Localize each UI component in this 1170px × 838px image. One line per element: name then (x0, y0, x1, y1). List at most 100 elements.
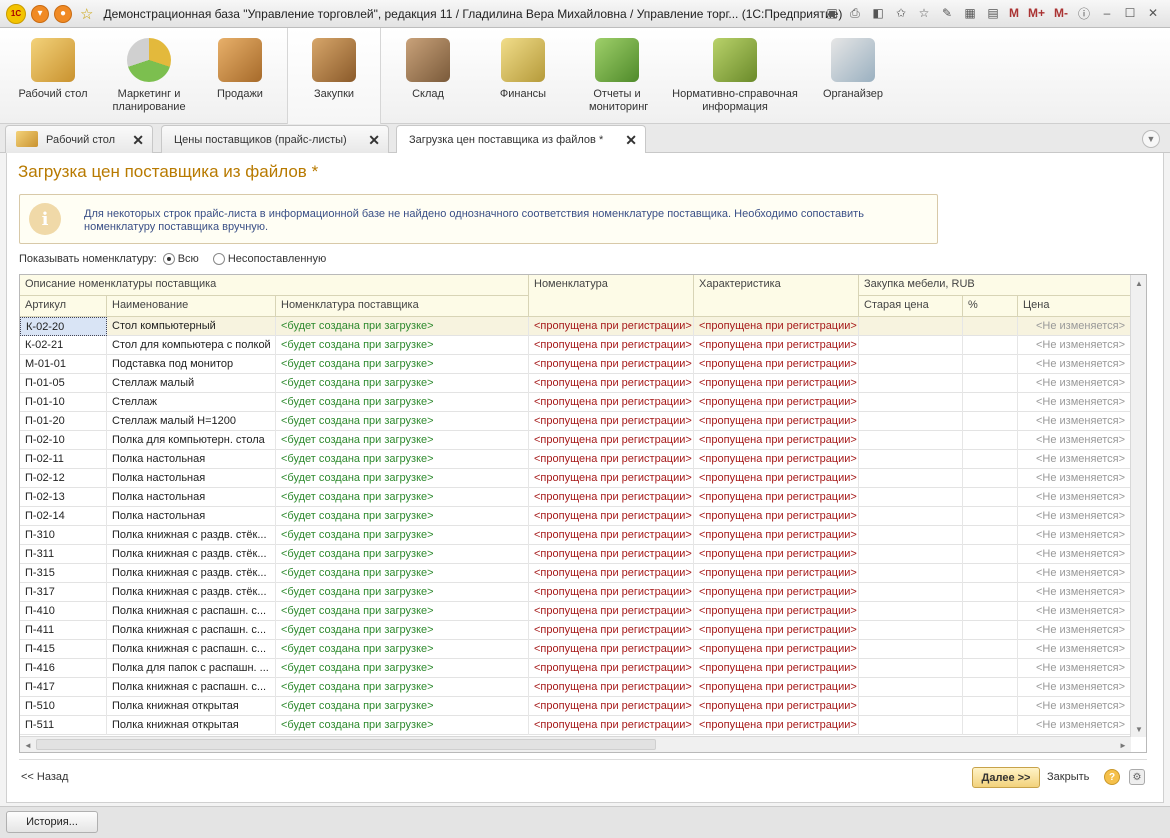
cell-percent[interactable] (963, 583, 1018, 602)
cell-percent[interactable] (963, 355, 1018, 374)
cell-price[interactable]: <Не изменяется> (1018, 564, 1131, 583)
table-row[interactable]: П-01-05 Стеллаж малый <будет создана при з… (20, 374, 1131, 393)
section-finance[interactable]: Финансы (482, 28, 564, 124)
cell-nomenclature[interactable]: <пропущена при регистрации> (529, 697, 694, 716)
cell-supplier-nomenclature[interactable]: <будет создана при загрузке> (276, 488, 529, 507)
close-button[interactable]: Закрыть (1047, 771, 1089, 783)
cell-nomenclature[interactable]: <пропущена при регистрации> (529, 526, 694, 545)
cell-old-price[interactable] (859, 431, 963, 450)
cell-characteristic[interactable]: <пропущена при регистрации> (694, 640, 859, 659)
next-button[interactable]: Далее >> (972, 767, 1040, 788)
cell-supplier-nomenclature[interactable]: <будет создана при загрузке> (276, 355, 529, 374)
cell-characteristic[interactable]: <пропущена при регистрации> (694, 526, 859, 545)
cell-name[interactable]: Полка книжная с раздв. стёк... (107, 564, 276, 583)
cell-old-price[interactable] (859, 336, 963, 355)
cell-name[interactable]: Полка книжная с распашн. с... (107, 640, 276, 659)
cell-nomenclature[interactable]: <пропущена при регистрации> (529, 431, 694, 450)
close-tab-icon[interactable]: ✕ (132, 132, 144, 149)
cell-name[interactable]: Полка книжная открытая (107, 697, 276, 716)
cell-old-price[interactable] (859, 469, 963, 488)
cell-nomenclature[interactable]: <пропущена при регистрации> (529, 412, 694, 431)
cell-supplier-nomenclature[interactable]: <будет создана при загрузке> (276, 716, 529, 735)
cell-article[interactable]: П-02-13 (20, 488, 107, 507)
section-organizer[interactable]: Органайзер (812, 28, 894, 124)
cell-name[interactable]: Полка настольная (107, 488, 276, 507)
info-icon[interactable]: ⓘ (1075, 4, 1093, 22)
cell-nomenclature[interactable]: <пропущена при регистрации> (529, 640, 694, 659)
cell-name[interactable]: Стеллаж малый (107, 374, 276, 393)
radio-all-label[interactable]: Всю (178, 253, 199, 265)
cell-supplier-nomenclature[interactable]: <будет создана при загрузке> (276, 583, 529, 602)
cell-nomenclature[interactable]: <пропущена при регистрации> (529, 355, 694, 374)
cell-nomenclature[interactable]: <пропущена при регистрации> (529, 393, 694, 412)
cell-name[interactable]: Полка настольная (107, 469, 276, 488)
cell-old-price[interactable] (859, 678, 963, 697)
cell-old-price[interactable] (859, 564, 963, 583)
table-row[interactable]: П-417 Полка книжная с распашн. с... <будет… (20, 678, 1131, 697)
settings-gear-icon[interactable]: ⚙ (1129, 769, 1145, 785)
cell-name[interactable]: Подставка под монитор (107, 355, 276, 374)
cell-name[interactable]: Полка книжная с раздв. стёк... (107, 526, 276, 545)
radio-all[interactable] (162, 253, 175, 265)
cell-supplier-nomenclature[interactable]: <будет создана при загрузке> (276, 507, 529, 526)
cell-characteristic[interactable]: <пропущена при регистрации> (694, 507, 859, 526)
cell-price[interactable]: <Не изменяется> (1018, 336, 1131, 355)
cell-old-price[interactable] (859, 488, 963, 507)
print-icon[interactable]: ⎙ (846, 4, 864, 22)
cell-price[interactable]: <Не изменяется> (1018, 545, 1131, 564)
cell-supplier-nomenclature[interactable]: <будет создана при загрузке> (276, 640, 529, 659)
cell-price[interactable]: <Не изменяется> (1018, 393, 1131, 412)
cell-price[interactable]: <Не изменяется> (1018, 488, 1131, 507)
help-icon[interactable]: ? (1104, 769, 1120, 785)
header-nomenclature[interactable]: Номенклатура (529, 275, 694, 317)
cell-characteristic[interactable]: <пропущена при регистрации> (694, 469, 859, 488)
cell-percent[interactable] (963, 640, 1018, 659)
table-row[interactable]: П-416 Полка для папок с распашн. ... <буде… (20, 659, 1131, 678)
cell-old-price[interactable] (859, 545, 963, 564)
table-row[interactable]: П-317 Полка книжная с раздв. стёк... <буде… (20, 583, 1131, 602)
header-supplier-nomenclature[interactable]: Номенклатура поставщика (276, 296, 529, 317)
scroll-down-icon[interactable]: ▼ (1131, 721, 1146, 737)
minimize-icon[interactable]: – (1098, 4, 1116, 22)
cell-article[interactable]: П-415 (20, 640, 107, 659)
cell-old-price[interactable] (859, 317, 963, 336)
cell-article[interactable]: П-416 (20, 659, 107, 678)
preview-icon[interactable]: ◧ (869, 4, 887, 22)
section-desktop[interactable]: Рабочий стол (12, 28, 94, 124)
cell-article[interactable]: М-01-01 (20, 355, 107, 374)
cell-percent[interactable] (963, 336, 1018, 355)
cell-article[interactable]: К-02-21 (20, 336, 107, 355)
cell-article[interactable]: П-01-20 (20, 412, 107, 431)
cell-characteristic[interactable]: <пропущена при регистрации> (694, 450, 859, 469)
cell-supplier-nomenclature[interactable]: <будет создана при загрузке> (276, 564, 529, 583)
cell-nomenclature[interactable]: <пропущена при регистрации> (529, 564, 694, 583)
cell-name[interactable]: Полка для папок с распашн. ... (107, 659, 276, 678)
cell-price[interactable]: <Не изменяется> (1018, 431, 1131, 450)
table-row[interactable]: П-315 Полка книжная с раздв. стёк... <буде… (20, 564, 1131, 583)
cell-name[interactable]: Полка книжная с раздв. стёк... (107, 545, 276, 564)
cell-price[interactable]: <Не изменяется> (1018, 412, 1131, 431)
header-characteristic[interactable]: Характеристика (694, 275, 859, 317)
cell-old-price[interactable] (859, 621, 963, 640)
cell-characteristic[interactable]: <пропущена при регистрации> (694, 374, 859, 393)
memory-mminus-button[interactable]: M- (1052, 4, 1070, 22)
cell-supplier-nomenclature[interactable]: <будет создана при загрузке> (276, 469, 529, 488)
cell-characteristic[interactable]: <пропущена при регистрации> (694, 621, 859, 640)
table-row[interactable]: К-02-21 Стол для компьютера с полкой <буде… (20, 336, 1131, 355)
header-old-price[interactable]: Старая цена (859, 296, 963, 317)
table-row[interactable]: П-511 Полка книжная открытая <будет создан… (20, 716, 1131, 735)
cell-percent[interactable] (963, 716, 1018, 735)
table-row[interactable]: П-01-20 Стеллаж малый Н=1200 <будет создан… (20, 412, 1131, 431)
cell-characteristic[interactable]: <пропущена при регистрации> (694, 716, 859, 735)
cell-supplier-nomenclature[interactable]: <будет создана при загрузке> (276, 317, 529, 336)
cell-price[interactable]: <Не изменяется> (1018, 602, 1131, 621)
cell-percent[interactable] (963, 374, 1018, 393)
table-row[interactable]: М-01-01 Подставка под монитор <будет созда… (20, 355, 1131, 374)
header-price[interactable]: Цена (1018, 296, 1131, 317)
cell-characteristic[interactable]: <пропущена при регистрации> (694, 431, 859, 450)
maximize-icon[interactable]: ☐ (1121, 4, 1139, 22)
cell-percent[interactable] (963, 469, 1018, 488)
cell-price[interactable]: <Не изменяется> (1018, 697, 1131, 716)
vertical-scrollbar[interactable]: ▲ ▼ (1130, 275, 1146, 737)
cell-article[interactable]: П-01-10 (20, 393, 107, 412)
